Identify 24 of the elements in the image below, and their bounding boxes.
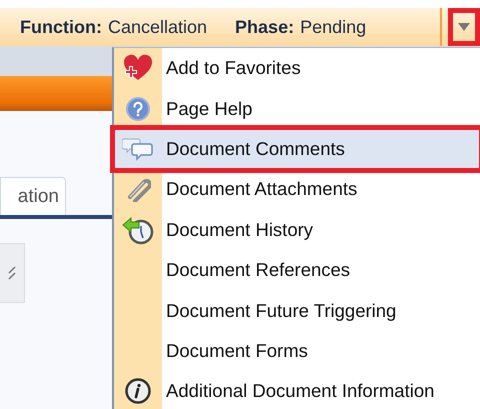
paperclip-icon [125,176,151,202]
caret-icon [458,23,470,31]
info-icon [125,378,151,404]
menu-item[interactable]: Document History [114,210,480,250]
menu-item[interactable]: Document Attachments [114,169,480,210]
function-value: Cancellation [108,16,208,38]
phase-label: Phase: [235,16,294,38]
function-label: Function: [20,16,102,38]
heart-plus-icon [123,54,153,82]
speech-bubbles-icon [122,136,154,162]
menu-item[interactable]: Add to Favorites [114,48,480,88]
menu-item[interactable]: Document Forms [114,330,480,372]
menu-item[interactable]: Page Help [114,88,480,129]
menu-dropdown-button[interactable] [448,8,480,46]
clock-arrow-icon [121,214,155,245]
resize-handle[interactable] [0,243,25,303]
phase-value: Pending [300,16,366,38]
grip-icon [8,266,16,280]
menu-item[interactable]: Document Comments [114,128,480,170]
tab[interactable]: ation [0,177,66,215]
menu-item[interactable]: Document Future Triggering [114,290,480,331]
menu-item[interactable]: Additional Document Information [114,371,480,409]
help-icon [126,96,150,121]
menu-item[interactable]: Document References [114,250,480,290]
